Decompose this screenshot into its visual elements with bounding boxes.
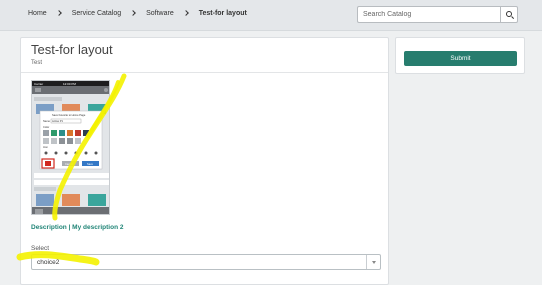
submit-button[interactable]: Submit (404, 51, 517, 66)
page-subtitle: Test (31, 60, 43, 66)
search-button[interactable] (500, 6, 518, 23)
divider (21, 72, 388, 73)
chevron-right-icon (56, 10, 63, 17)
breadcrumb-service-catalog[interactable]: Service Catalog (72, 10, 121, 17)
chevron-down-icon (372, 261, 376, 264)
select-value: choice2 (37, 259, 60, 266)
page-title: Test-for layout (31, 42, 113, 57)
color-label: Color (43, 125, 49, 129)
status-carrier: Carrier (34, 82, 43, 86)
search-icon (506, 11, 512, 17)
chevron-right-icon (183, 10, 190, 17)
description-link[interactable]: Description | My description 2 (31, 224, 123, 231)
breadcrumb-software[interactable]: Software (146, 10, 174, 17)
save-label: Save (87, 162, 93, 166)
breadcrumb: Home Service Catalog Software Test-for l… (28, 10, 247, 17)
select-toggle[interactable] (366, 255, 380, 269)
icon-label: Icon (43, 145, 48, 149)
breadcrumb-current: Test-for layout (198, 10, 247, 17)
catalog-item-card: Test-for layout Test Carrier 12:00 PM Sa… (20, 37, 389, 285)
catalog-search (357, 6, 518, 23)
chevron-right-icon (130, 10, 137, 17)
dialog-title: Save Favorite to Home Page (52, 113, 86, 117)
search-input[interactable] (357, 6, 500, 23)
name-value: Active P1 (52, 119, 64, 123)
select-label: Select (31, 245, 50, 252)
order-panel: Submit (395, 37, 525, 74)
status-time: 12:00 PM (63, 82, 76, 86)
breadcrumb-home[interactable]: Home (28, 10, 47, 17)
choice-select[interactable]: choice2 (31, 254, 381, 270)
name-label: Name (43, 119, 50, 123)
phone-screenshot: Carrier 12:00 PM Save Favorite to Home P… (32, 81, 109, 214)
cancel-label: Cancel (65, 162, 73, 166)
item-image: Carrier 12:00 PM Save Favorite to Home P… (31, 80, 110, 215)
top-header: Home Service Catalog Software Test-for l… (0, 0, 542, 31)
